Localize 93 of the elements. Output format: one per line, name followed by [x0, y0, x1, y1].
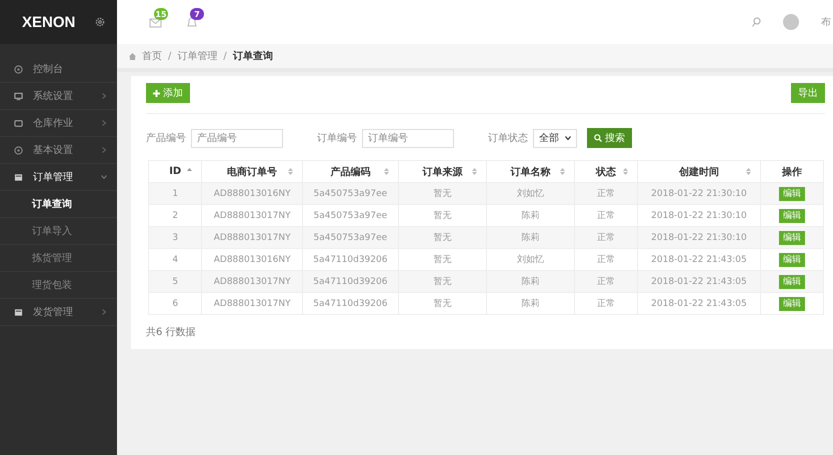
table-cell: 5 — [172, 276, 178, 286]
table-cell: 2018-01-22 21:30:10 — [651, 232, 747, 242]
input-field[interactable]: 订单编号 — [362, 128, 454, 148]
search-icon[interactable] — [752, 17, 761, 27]
edit-button[interactable]: 编辑 — [778, 186, 805, 200]
user-name[interactable]: 布 — [821, 15, 831, 29]
sort-icon[interactable] — [746, 168, 751, 175]
table-cell: 陈莉 — [521, 299, 540, 309]
field-label: 产品编号 — [146, 132, 186, 145]
table-cell: 5a47110d39206 — [313, 298, 388, 308]
table-cell: 2018-01-22 21:30:10 — [651, 210, 747, 220]
table-cell: 陈莉 — [521, 211, 540, 221]
table-cell: 正常 — [597, 255, 616, 265]
table-cell: 2018-01-22 21:43:05 — [651, 276, 747, 286]
table-cell: 刘如忆 — [516, 255, 544, 265]
table-cell: 6 — [172, 298, 178, 308]
table-cell: 正常 — [597, 299, 616, 309]
sort-icon[interactable] — [623, 168, 628, 175]
table-cell: AD888013017NY — [214, 298, 291, 308]
row-count: 共6 行数据 — [146, 326, 197, 339]
plus-icon — [153, 90, 160, 96]
table-cell: 暂无 — [433, 233, 452, 243]
export-button[interactable]: 导出 — [791, 83, 825, 103]
table-cell: 暂无 — [433, 299, 452, 309]
edit-button[interactable]: 编辑 — [778, 296, 805, 310]
table-cell: 1 — [172, 188, 178, 198]
avatar[interactable] — [783, 14, 799, 30]
table-cell: 陈莉 — [521, 233, 540, 243]
chevron-down-icon — [565, 136, 571, 140]
chevron-right-icon — [101, 309, 107, 315]
status-dropdown[interactable]: 全部 — [533, 128, 577, 148]
breadcrumb-link[interactable]: 订单管理 — [177, 49, 218, 63]
table-cell: 5a47110d39206 — [313, 276, 388, 286]
chevron-down-icon — [101, 174, 107, 180]
breadcrumb-separator: / — [223, 50, 227, 62]
table-cell: AD888013017NY — [214, 210, 291, 220]
box-icon — [14, 118, 23, 128]
sort-icon[interactable] — [560, 168, 565, 175]
chevron-right-icon — [101, 93, 107, 99]
bell-icon[interactable] — [185, 15, 199, 29]
count-badge: 15 — [154, 8, 168, 20]
field-label: 订单状态 — [488, 132, 528, 145]
table-cell: 2018-01-22 21:30:10 — [651, 188, 747, 198]
add-button[interactable]: 添加 — [146, 83, 190, 103]
monitor-icon — [14, 92, 23, 100]
search-icon — [594, 134, 602, 142]
gear-icon[interactable] — [95, 17, 106, 27]
table-cell: 暂无 — [433, 189, 452, 199]
table-cell: 正常 — [597, 233, 616, 243]
table-cell: 5a450753a97ee — [314, 188, 388, 198]
gauge-icon — [14, 64, 23, 74]
table-cell: 正常 — [597, 211, 616, 221]
edit-button[interactable]: 编辑 — [778, 208, 805, 222]
table-cell: 4 — [172, 254, 178, 264]
sort-icon[interactable] — [472, 168, 477, 175]
edit-button[interactable]: 编辑 — [778, 274, 805, 288]
table-cell: 正常 — [597, 277, 616, 287]
table-cell: 5a47110d39206 — [313, 254, 388, 264]
table-cell: 2018-01-22 21:43:05 — [651, 298, 747, 308]
table-cell: 暂无 — [433, 277, 452, 287]
sort-icon[interactable] — [288, 168, 293, 175]
input-field[interactable]: 产品编号 — [191, 128, 283, 148]
table-cell: 2018-01-22 21:43:05 — [651, 254, 747, 264]
table-cell: 正常 — [597, 189, 616, 199]
edit-button[interactable]: 编辑 — [778, 230, 805, 244]
breadcrumb-current: 订单查询 — [232, 50, 273, 63]
search-button[interactable]: 搜索 — [587, 128, 632, 148]
table-cell: 刘如忆 — [516, 189, 544, 199]
table-cell: 暂无 — [433, 255, 452, 265]
sort-icon[interactable] — [384, 168, 389, 175]
breadcrumb-link[interactable]: 首页 — [142, 49, 162, 63]
chevron-right-icon — [101, 120, 107, 126]
table-cell: 3 — [172, 232, 178, 242]
count-badge: 7 — [190, 8, 204, 20]
table-cell: 2 — [172, 210, 178, 220]
table-cell: 暂无 — [433, 211, 452, 221]
gauge-icon — [14, 146, 23, 154]
table-cell: 5a450753a97ee — [314, 210, 388, 220]
column-header[interactable]: ID — [169, 166, 182, 177]
chevron-right-icon — [101, 147, 107, 153]
table-cell: AD888013016NY — [214, 254, 291, 264]
table-cell: 5a450753a97ee — [314, 232, 388, 242]
field-label: 订单编号 — [317, 132, 357, 145]
edit-button[interactable]: 编辑 — [778, 252, 805, 266]
home-icon — [129, 52, 136, 60]
brand-logo[interactable]: XENON — [22, 14, 76, 30]
breadcrumb-separator: / — [168, 50, 172, 62]
table-cell: AD888013017NY — [214, 232, 291, 242]
table-cell: 陈莉 — [521, 277, 540, 287]
card-icon — [14, 308, 23, 316]
table-cell: AD888013016NY — [214, 188, 291, 198]
card-icon — [14, 172, 23, 182]
table-cell: AD888013017NY — [214, 276, 291, 286]
